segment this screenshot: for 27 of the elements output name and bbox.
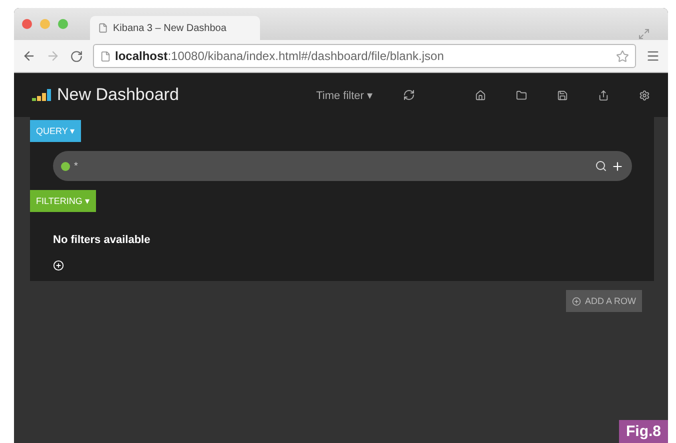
page-icon[interactable] (98, 23, 108, 33)
home-icon[interactable] (475, 90, 486, 100)
logo-icon (32, 89, 52, 101)
dashboard-title: New Dashboard (57, 85, 179, 105)
plus-icon (572, 296, 581, 306)
no-filters-message: No filters available (53, 234, 152, 246)
star-icon[interactable] (616, 50, 629, 62)
back-icon[interactable] (22, 49, 36, 63)
close-button[interactable] (22, 19, 32, 29)
time-filter-menu[interactable]: Time filter ▾ (316, 88, 373, 102)
add-filter-icon[interactable] (53, 260, 64, 271)
plus-icon[interactable] (611, 160, 624, 172)
browser-tab[interactable]: Kibana 3 – New Dashboa (90, 16, 260, 40)
figure-label: Fig.8 (618, 420, 668, 443)
status-dot (61, 162, 70, 170)
reload-icon[interactable] (70, 50, 83, 62)
search-icon[interactable] (595, 160, 607, 172)
menu-icon[interactable] (646, 49, 660, 63)
refresh-icon[interactable] (403, 89, 415, 101)
save-icon[interactable] (557, 90, 568, 100)
query-field[interactable]: * (53, 151, 632, 181)
folder-icon[interactable] (516, 90, 527, 100)
address-field[interactable]: localhost:10080/kibana/index.html#/dashboard/file/blank.json (93, 44, 636, 68)
settings-icon[interactable] (639, 90, 650, 100)
add-row-button[interactable]: ADD A ROW (566, 290, 642, 312)
page-icon (100, 50, 111, 62)
share-icon[interactable] (598, 90, 609, 100)
